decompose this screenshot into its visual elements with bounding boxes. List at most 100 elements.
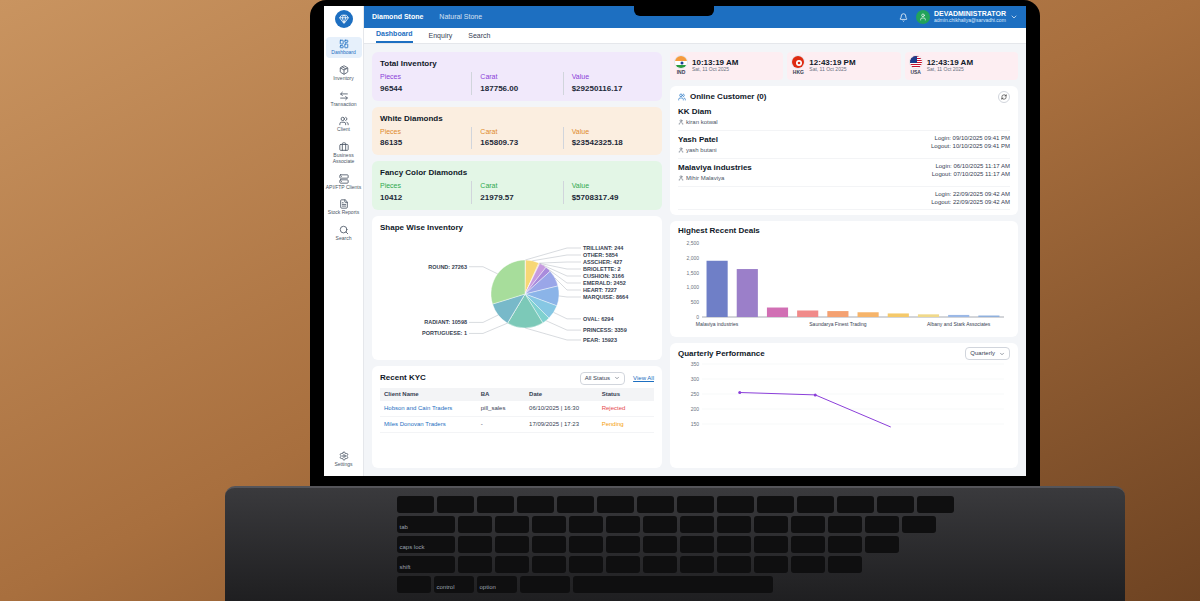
deal-bar[interactable]	[978, 316, 999, 317]
keyboard-key[interactable]	[520, 576, 570, 593]
keyboard-key[interactable]	[797, 496, 834, 513]
keyboard-key[interactable]	[680, 536, 714, 553]
keyboard-key[interactable]	[837, 496, 874, 513]
keyboard-key[interactable]	[828, 516, 862, 533]
keyboard-key[interactable]	[754, 516, 788, 533]
quarterly-point[interactable]	[738, 391, 741, 394]
bell-icon[interactable]	[899, 13, 908, 22]
keyboard-key[interactable]	[865, 516, 899, 533]
sidebar-item[interactable]: Search	[326, 223, 362, 244]
deal-bar[interactable]	[948, 315, 969, 317]
keyboard-key[interactable]	[791, 516, 825, 533]
sidebar-item[interactable]: API/FTP Clients	[326, 172, 362, 193]
keyboard-key[interactable]	[637, 496, 674, 513]
keyboard-key[interactable]	[828, 536, 862, 553]
keyboard-key[interactable]: tab	[397, 516, 455, 533]
keyboard-key[interactable]	[917, 496, 954, 513]
quarterly-line	[740, 393, 891, 428]
keyboard-key[interactable]	[754, 536, 788, 553]
deal-bar[interactable]	[918, 315, 939, 318]
period-dropdown[interactable]: Quarterly	[965, 347, 1010, 360]
sidebar-item[interactable]: Stock Reports	[326, 197, 362, 218]
keyboard-key[interactable]	[680, 516, 714, 533]
keyboard-key[interactable]	[532, 516, 566, 533]
keyboard-key[interactable]: caps lock	[397, 536, 455, 553]
sidebar-item[interactable]: Business Associate	[326, 140, 362, 167]
keyboard-key[interactable]	[517, 496, 554, 513]
settings-item[interactable]: Settings	[326, 451, 362, 468]
keyboard-key[interactable]	[791, 536, 825, 553]
keyboard-key[interactable]	[680, 556, 714, 573]
online-customers-card: Online Customer (0)KK Diamkiran kotwalYa…	[670, 86, 1018, 216]
customer-row[interactable]: Login: 22/09/2025 09:42 AMLogout: 22/09/…	[678, 187, 1010, 211]
keyboard-key[interactable]: control	[434, 576, 474, 593]
sub-tab[interactable]: Dashboard	[376, 29, 413, 44]
quarterly-point[interactable]	[814, 394, 817, 397]
deal-bar[interactable]	[888, 314, 909, 318]
view-all-link[interactable]: View All	[633, 374, 654, 383]
keyboard-key[interactable]	[532, 556, 566, 573]
keyboard-key[interactable]	[597, 496, 634, 513]
keyboard-key[interactable]	[437, 496, 474, 513]
keyboard-key[interactable]	[643, 516, 677, 533]
keyboard-key[interactable]	[757, 496, 794, 513]
header-tab[interactable]: Natural Stone	[439, 12, 482, 23]
keyboard-key[interactable]: shift	[397, 556, 455, 573]
keyboard-key[interactable]	[606, 536, 640, 553]
deal-bar[interactable]	[797, 311, 818, 318]
keyboard-key[interactable]	[791, 556, 825, 573]
sidebar-item[interactable]: Dashboard	[326, 37, 362, 58]
keyboard-key[interactable]	[643, 556, 677, 573]
keyboard-key[interactable]	[569, 536, 603, 553]
keyboard-key[interactable]	[828, 556, 862, 573]
keyboard-key[interactable]	[477, 496, 514, 513]
keyboard-key[interactable]	[495, 536, 529, 553]
keyboard-key[interactable]	[643, 536, 677, 553]
deal-bar[interactable]	[707, 261, 728, 317]
sidebar-item[interactable]: Client	[326, 114, 362, 135]
keyboard-key[interactable]	[717, 496, 754, 513]
deal-bar[interactable]	[858, 313, 879, 318]
table-row[interactable]: Miles Donovan Traders-17/09/2025 | 17:23…	[380, 417, 654, 433]
deal-bar[interactable]	[737, 269, 758, 317]
keyboard-key[interactable]	[458, 536, 492, 553]
keyboard-key[interactable]	[397, 576, 431, 593]
keyboard-key[interactable]	[569, 516, 603, 533]
sidebar-item[interactable]: Transaction	[326, 89, 362, 110]
keyboard-key[interactable]	[606, 556, 640, 573]
keyboard-key[interactable]	[717, 536, 751, 553]
keyboard-key[interactable]	[877, 496, 914, 513]
refresh-button[interactable]	[998, 91, 1010, 103]
keyboard-key[interactable]	[754, 556, 788, 573]
keyboard-key[interactable]	[495, 556, 529, 573]
keyboard-key[interactable]	[717, 516, 751, 533]
keyboard-key[interactable]	[865, 536, 899, 553]
keyboard-key[interactable]	[397, 496, 434, 513]
keyboard-key[interactable]	[677, 496, 714, 513]
keyboard-key[interactable]	[569, 556, 603, 573]
keyboard-key[interactable]	[495, 516, 529, 533]
laptop-base: tab caps lock shift controloption	[225, 486, 1125, 601]
deal-bar[interactable]	[827, 311, 848, 317]
keyboard-key[interactable]	[458, 516, 492, 533]
deal-bar[interactable]	[767, 308, 788, 317]
keyboard-key[interactable]	[573, 576, 773, 593]
keyboard-key[interactable]	[606, 516, 640, 533]
sidebar-item-icon	[339, 91, 349, 101]
customer-row[interactable]: KK Diamkiran kotwal	[678, 103, 1010, 131]
keyboard-key[interactable]	[557, 496, 594, 513]
sidebar-item[interactable]: Inventory	[326, 63, 362, 84]
sub-tab[interactable]: Enquiry	[429, 31, 453, 44]
table-row[interactable]: Hobson and Cain Traderspill_sales06/10/2…	[380, 401, 654, 417]
keyboard-key[interactable]: option	[477, 576, 517, 593]
keyboard-key[interactable]	[532, 536, 566, 553]
customer-row[interactable]: Yash Patelyash butaniLogin: 09/10/2025 0…	[678, 131, 1010, 159]
customer-row[interactable]: Malaviya industriesMihir MalaviyaLogin: …	[678, 159, 1010, 187]
user-menu[interactable]: DEVADMINISTRATORadmin.chikhaliya@sarvadh…	[916, 10, 1018, 24]
status-filter[interactable]: All Status	[580, 372, 625, 385]
keyboard-key[interactable]	[717, 556, 751, 573]
sub-tab[interactable]: Search	[468, 31, 490, 44]
keyboard-key[interactable]	[902, 516, 936, 533]
header-tab[interactable]: Diamond Stone	[372, 12, 423, 23]
keyboard-key[interactable]	[458, 556, 492, 573]
